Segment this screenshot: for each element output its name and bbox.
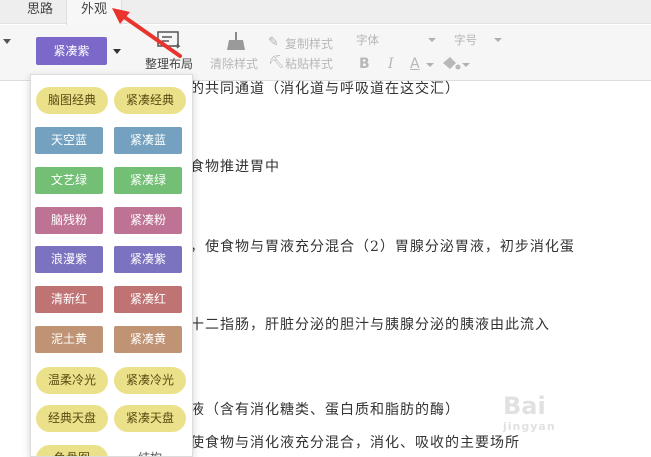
theme-option[interactable]: 天空蓝: [35, 127, 103, 154]
canvas-node-text[interactable]: 的共同通道（消化道与呼吸道在这交汇）: [190, 78, 460, 98]
fill-color-icon[interactable]: [440, 55, 462, 73]
font-color-button[interactable]: A: [410, 56, 420, 72]
theme-option[interactable]: 紧凑粉: [114, 207, 182, 234]
theme-option[interactable]: 脑残粉: [35, 207, 103, 234]
watermark-brand: Bai: [503, 392, 546, 420]
theme-button[interactable]: 紧凑紫: [36, 37, 107, 65]
tab-bar: 思路 外观: [0, 0, 651, 25]
bold-button[interactable]: B: [359, 56, 370, 72]
theme-option[interactable]: 紧凑经典: [114, 87, 186, 114]
tab-idea[interactable]: 思路: [14, 0, 66, 24]
watermark-logo: Bai jingyan: [503, 392, 556, 433]
copy-style-icon: ✎: [268, 35, 279, 50]
theme-dropdown: 脑图经典 紧凑经典 天空蓝 紧凑蓝 文艺绿 紧凑绿 脑残粉 紧凑粉 浪漫紫 紧凑…: [30, 74, 193, 457]
theme-option[interactable]: 紧凑天盘: [114, 405, 186, 432]
theme-option[interactable]: 经典天盘: [36, 405, 108, 432]
theme-option[interactable]: 浪漫紫: [35, 246, 103, 273]
theme-option[interactable]: 文艺绿: [35, 167, 103, 194]
watermark-sub: jingyan: [503, 420, 556, 433]
font-family-select[interactable]: 字体: [356, 31, 438, 49]
theme-option[interactable]: 紧凑冷光: [114, 367, 186, 394]
theme-option[interactable]: 紧凑紫: [114, 246, 182, 273]
theme-option[interactable]: 鱼骨图: [36, 445, 108, 456]
broom-icon[interactable]: [224, 30, 248, 52]
fill-color-caret-icon[interactable]: [462, 63, 470, 67]
canvas-node-text[interactable]: 液（含有消化糖类、蛋白质和脂肪的酶）: [190, 399, 460, 419]
left-collapse-caret-icon[interactable]: [3, 39, 11, 44]
theme-option[interactable]: 温柔冷光: [36, 367, 108, 394]
canvas-node-text[interactable]: ，使食物与胃液充分混合（2）胃腺分泌胃液，初步消化蛋: [190, 236, 575, 256]
font-size-caret-icon[interactable]: [494, 38, 502, 42]
canvas-node-text[interactable]: 使食物与消化液充分混合，消化、吸收的主要场所: [190, 432, 520, 452]
clear-style-label[interactable]: 清除样式: [210, 55, 258, 72]
italic-button[interactable]: I: [388, 56, 394, 72]
theme-option[interactable]: 紧凑黄: [114, 326, 182, 353]
theme-option[interactable]: 紧凑绿: [114, 167, 182, 194]
theme-option[interactable]: 脑图经典: [36, 87, 108, 114]
canvas-node-text[interactable]: 食物推进胃中: [190, 156, 280, 176]
font-color-caret-icon[interactable]: [426, 63, 434, 67]
theme-option[interactable]: 紧凑蓝: [114, 127, 182, 154]
theme-option[interactable]: 结构: [114, 445, 186, 456]
theme-option[interactable]: 泥土黄: [35, 326, 103, 353]
copy-style-button[interactable]: 复制样式: [285, 35, 333, 52]
annotation-arrow-icon: [112, 8, 182, 58]
paste-style-button[interactable]: 粘贴样式: [285, 55, 333, 72]
theme-option[interactable]: 紧凑红: [114, 286, 182, 313]
font-family-caret-icon[interactable]: [428, 38, 436, 42]
theme-option[interactable]: 清新红: [35, 286, 103, 313]
paste-style-icon: ⛏: [268, 55, 285, 70]
canvas-node-text[interactable]: 十二指肠，肝脏分泌的胆汁与胰腺分泌的胰液由此流入: [190, 314, 550, 334]
appearance-toolbar: 紧凑紫 整理布局 清除样式 ✎ 复制样式 ⛏ 粘贴样式 字体 字号 B I A: [0, 25, 651, 81]
